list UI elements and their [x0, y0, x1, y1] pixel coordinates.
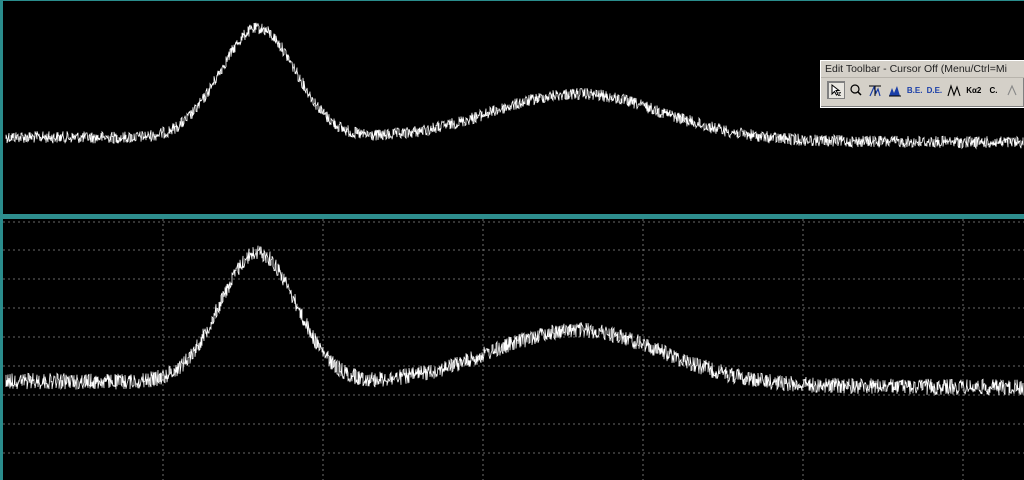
bottom-spectrum-panel[interactable] — [0, 219, 1024, 480]
bottom-spectrum-plot[interactable] — [3, 219, 1024, 480]
multi-peak-button[interactable] — [945, 81, 963, 99]
peak-marker-button[interactable] — [866, 81, 885, 99]
fill-peak-button[interactable] — [886, 81, 904, 99]
more-icon — [1007, 84, 1017, 96]
ka2-button[interactable]: Kα2 — [964, 81, 983, 99]
de-button[interactable]: D.E. — [925, 81, 944, 99]
c-button[interactable]: C. — [984, 81, 1003, 99]
toolbar-title[interactable]: Edit Toolbar - Cursor Off (Menu/Ctrl=Mi — [821, 61, 1024, 78]
svg-text:Z: Z — [838, 92, 841, 97]
select-cursor-icon: Z — [831, 83, 841, 97]
edit-toolbar[interactable]: Edit Toolbar - Cursor Off (Menu/Ctrl=Mi … — [820, 60, 1024, 108]
zoom-icon — [849, 84, 862, 96]
select-cursor-button[interactable]: Z — [827, 81, 845, 99]
be-button[interactable]: B.E. — [905, 81, 924, 99]
peak-marker-icon — [869, 85, 882, 97]
grid-lines — [3, 219, 1024, 480]
fill-peak-icon — [888, 86, 901, 97]
more-button[interactable] — [1004, 81, 1023, 99]
toolbar-buttons: Z B.E. D.E. Kα2 C. — [821, 78, 1024, 99]
spectrum-trace — [5, 245, 1024, 396]
multi-peak-icon — [947, 84, 961, 97]
zoom-button[interactable] — [846, 81, 865, 99]
